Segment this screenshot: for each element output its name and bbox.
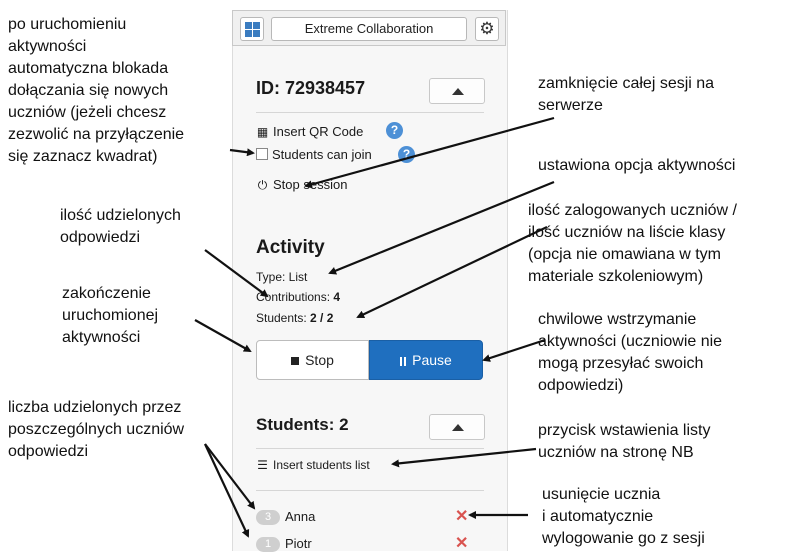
arrow-to-stop-session: [304, 116, 555, 189]
annotation-arrows: [194, 116, 555, 538]
arrow-to-insert-list: [391, 447, 537, 468]
arrow-to-checkbox: [229, 148, 255, 157]
arrow-to-activity-type: [328, 180, 555, 275]
arrow-to-pause-button: [482, 338, 546, 362]
arrow-to-contributions: [204, 249, 269, 298]
arrow-to-stop-button: [194, 319, 252, 352]
arrow-to-students-count: [356, 226, 548, 319]
